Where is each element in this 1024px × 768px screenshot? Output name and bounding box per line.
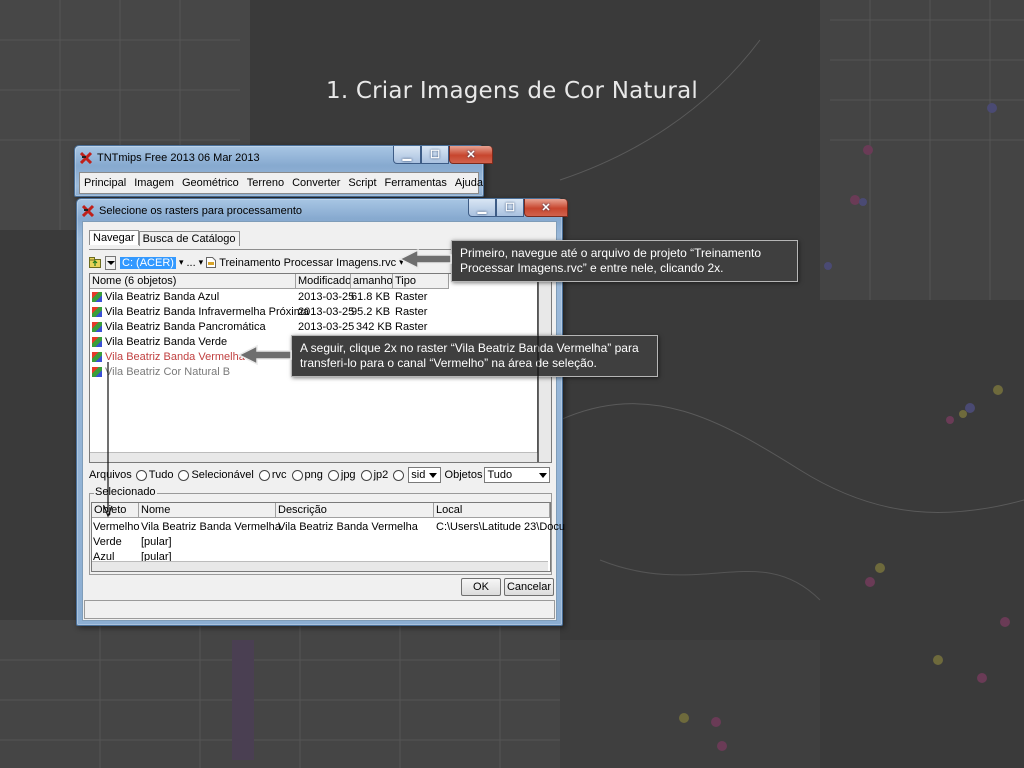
connector-lines	[103, 282, 539, 518]
